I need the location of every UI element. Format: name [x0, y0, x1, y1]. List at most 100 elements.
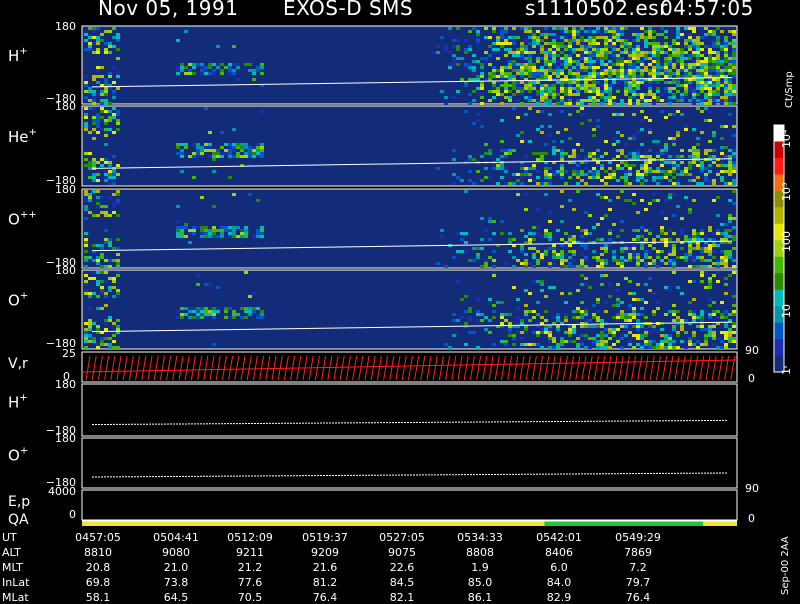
- heatmap-cell: [640, 99, 644, 102]
- heatmap-cell: [672, 265, 676, 268]
- heatmap-cell: [548, 331, 552, 334]
- heatmap-cell: [564, 63, 568, 66]
- heatmap-cell: [480, 155, 484, 158]
- heatmap-cell: [700, 313, 704, 316]
- heatmap-cell: [712, 182, 716, 185]
- heatmap-cell: [640, 173, 644, 176]
- heatmap-cell: [676, 51, 680, 54]
- heatmap-cell: [260, 152, 264, 155]
- heatmap-cell: [732, 337, 736, 340]
- heatmap-cell: [708, 60, 712, 63]
- heatmap-cell: [88, 277, 92, 280]
- heatmap-cell: [200, 149, 204, 152]
- heatmap-cell: [196, 146, 200, 149]
- heatmap-cell: [624, 173, 628, 176]
- heatmap-cell: [236, 63, 240, 66]
- heatmap-cell: [644, 346, 648, 349]
- heatmap-cell: [84, 33, 88, 36]
- heatmap-cell: [636, 99, 640, 102]
- y-tick-right: 0: [748, 512, 755, 525]
- heatmap-cell: [708, 155, 712, 158]
- heatmap-cell: [476, 313, 480, 316]
- heatmap-cell: [572, 39, 576, 42]
- heatmap-cell: [616, 235, 620, 238]
- heatmap-cell: [572, 51, 576, 54]
- heatmap-cell: [256, 229, 260, 232]
- heatmap-cell: [700, 27, 704, 30]
- heatmap-cell: [612, 57, 616, 60]
- heatmap-cell: [200, 313, 204, 316]
- heatmap-cell: [584, 57, 588, 60]
- heatmap-cell: [604, 176, 608, 179]
- heatmap-cell: [708, 93, 712, 96]
- heatmap-cell: [712, 96, 716, 99]
- heatmap-cell: [596, 54, 600, 57]
- heatmap-cell: [668, 289, 672, 292]
- heatmap-cell: [620, 301, 624, 304]
- heatmap-cell: [708, 30, 712, 33]
- heatmap-cell: [576, 66, 580, 69]
- heatmap-cell: [88, 27, 92, 30]
- heatmap-cell: [484, 78, 488, 81]
- heatmap-cell: [624, 250, 628, 253]
- heatmap-cell: [708, 259, 712, 262]
- heatmap-cell: [676, 57, 680, 60]
- heatmap-cell: [588, 54, 592, 57]
- heatmap-cell: [636, 45, 640, 48]
- heatmap-cell: [460, 57, 464, 60]
- heatmap-cell: [680, 325, 684, 328]
- heatmap-cell: [580, 253, 584, 256]
- heatmap-cell: [636, 337, 640, 340]
- heatmap-cell: [720, 152, 724, 155]
- heatmap-cell: [716, 54, 720, 57]
- heatmap-cell: [256, 235, 260, 238]
- heatmap-cell: [504, 42, 508, 45]
- heatmap-cell: [596, 149, 600, 152]
- heatmap-cell: [100, 102, 104, 105]
- heatmap-cell: [204, 283, 208, 286]
- heatmap-cell: [116, 274, 120, 277]
- heatmap-cell: [604, 262, 608, 265]
- heatmap-cell: [620, 250, 624, 253]
- heatmap-cell: [668, 72, 672, 75]
- heatmap-cell: [516, 54, 520, 57]
- heatmap-cell: [664, 170, 668, 173]
- heatmap-cell: [464, 322, 468, 325]
- heatmap-cell: [660, 250, 664, 253]
- heatmap-cell: [540, 259, 544, 262]
- heatmap-cell: [724, 265, 728, 268]
- heatmap-cell: [624, 81, 628, 84]
- heatmap-cell: [644, 250, 648, 253]
- heatmap-cell: [564, 27, 568, 30]
- heatmap-cell: [648, 250, 652, 253]
- heatmap-cell: [548, 235, 552, 238]
- heatmap-cell: [716, 87, 720, 90]
- heatmap-cell: [200, 226, 204, 229]
- heatmap-cell: [664, 346, 668, 349]
- heatmap-cell: [684, 93, 688, 96]
- heatmap-cell: [536, 30, 540, 33]
- heatmap-cell: [548, 63, 552, 66]
- heatmap-cell: [192, 155, 196, 158]
- heatmap-cell: [576, 310, 580, 313]
- heatmap-cell: [728, 164, 732, 167]
- heatmap-cell: [616, 313, 620, 316]
- heatmap-cell: [84, 259, 88, 262]
- heatmap-cell: [616, 149, 620, 152]
- heatmap-cell: [540, 155, 544, 158]
- heatmap-cell: [656, 60, 660, 63]
- heatmap-cell: [588, 214, 592, 217]
- heatmap-cell: [652, 42, 656, 45]
- heatmap-cell: [708, 119, 712, 122]
- heatmap-cell: [500, 30, 504, 33]
- heatmap-cell: [584, 265, 588, 268]
- heatmap-cell: [636, 75, 640, 78]
- heatmap-cell: [732, 152, 736, 155]
- heatmap-cell: [596, 155, 600, 158]
- heatmap-cell: [180, 69, 184, 72]
- heatmap-cell: [588, 90, 592, 93]
- heatmap-cell: [484, 57, 488, 60]
- heatmap-cell: [520, 262, 524, 265]
- heatmap-cell: [540, 256, 544, 259]
- heatmap-cell: [604, 247, 608, 250]
